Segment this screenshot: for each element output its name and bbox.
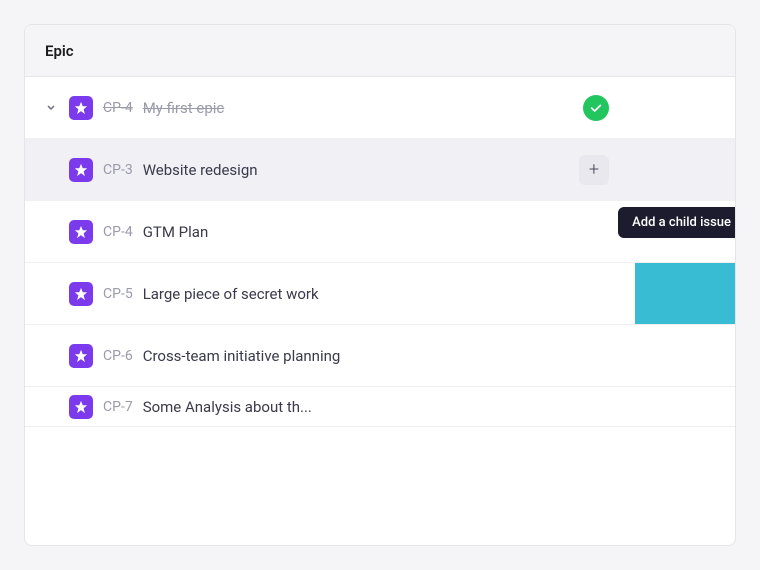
table-row: CP-3 Website redesign + Add a child issu…	[25, 139, 735, 201]
table-container: Epic CP-4 My first epic	[24, 24, 736, 546]
issue-title: Website redesign	[143, 161, 579, 179]
issue-key: CP-7	[103, 399, 133, 415]
issue-title: Cross-team initiative planning	[143, 347, 609, 365]
issue-title: Some Analysis about th...	[143, 398, 609, 416]
issue-title: GTM Plan	[143, 223, 609, 241]
issue-type-icon	[69, 395, 93, 419]
add-child-button[interactable]: +	[579, 155, 609, 185]
table-row: CP-7 Some Analysis about th...	[25, 387, 735, 427]
issue-key: CP-4	[103, 100, 133, 116]
issue-type-icon	[69, 96, 93, 120]
issue-type-icon	[69, 220, 93, 244]
issue-type-icon	[69, 158, 93, 182]
issue-type-icon	[69, 344, 93, 368]
issue-title: My first epic	[143, 99, 583, 117]
expand-icon[interactable]	[41, 98, 61, 118]
table-row: CP-6 Cross-team initiative planning	[25, 325, 735, 387]
table-row: CP-5 Large piece of secret work	[25, 263, 735, 325]
issue-key: CP-3	[103, 162, 133, 178]
table-row: CP-4 GTM Plan	[25, 201, 735, 263]
issue-key: CP-5	[103, 286, 133, 302]
status-done-icon	[583, 95, 609, 121]
issue-key: CP-4	[103, 224, 133, 240]
column-header-epic: Epic	[45, 42, 74, 60]
table-row: CP-4 My first epic	[25, 77, 735, 139]
page-wrapper: Epic CP-4 My first epic	[0, 0, 760, 570]
issue-key: CP-6	[103, 348, 133, 364]
table-header: Epic	[25, 25, 735, 77]
issue-title: Large piece of secret work	[143, 285, 719, 303]
progress-bar	[635, 263, 735, 325]
issue-type-icon	[69, 282, 93, 306]
